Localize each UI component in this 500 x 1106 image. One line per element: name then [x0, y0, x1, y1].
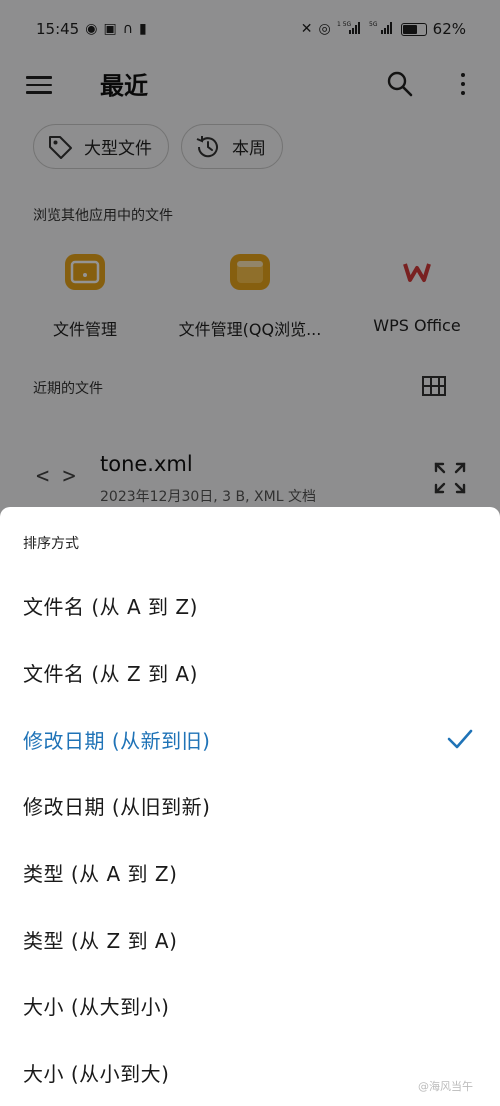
sort-option-size-asc[interactable]: 大小 (从小到大) [0, 1040, 500, 1106]
sort-option-size-desc[interactable]: 大小 (从大到小) [0, 973, 500, 1039]
sort-option-name-desc[interactable]: 文件名 (从 Z 到 A) [0, 640, 500, 706]
watermark: @海风当午 [418, 1080, 473, 1093]
check-icon [447, 729, 473, 749]
sort-option-name-asc[interactable]: 文件名 (从 A 到 Z) [0, 573, 500, 639]
sheet-title: 排序方式 [23, 536, 79, 552]
sort-option-type-asc[interactable]: 类型 (从 A 到 Z) [0, 840, 500, 906]
sort-option-date-oldest[interactable]: 修改日期 (从旧到新) [0, 773, 500, 839]
sort-option-date-newest[interactable]: 修改日期 (从新到旧) [0, 707, 500, 773]
sort-option-type-desc[interactable]: 类型 (从 Z 到 A) [0, 907, 500, 973]
sort-bottom-sheet: 排序方式 文件名 (从 A 到 Z) 文件名 (从 Z 到 A) 修改日期 (从… [0, 507, 500, 1106]
